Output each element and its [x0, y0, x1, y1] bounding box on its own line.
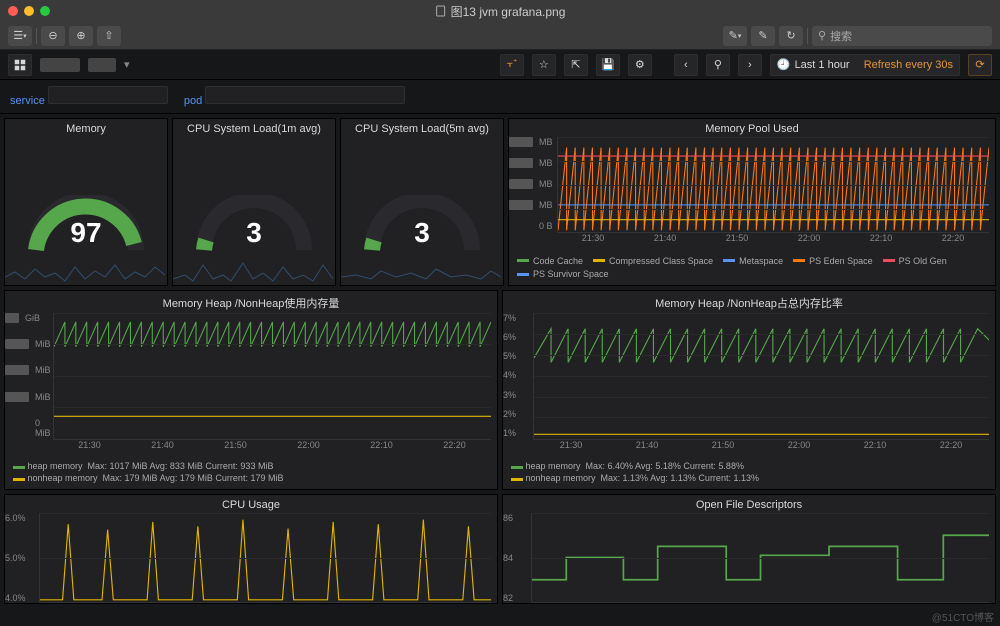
mac-close[interactable] — [8, 6, 18, 16]
back-icon[interactable]: ‹ — [674, 54, 698, 76]
share-icon[interactable]: ⇱ — [564, 54, 588, 76]
panel-memory-pool[interactable]: Memory Pool Used MB MB MB MB 0 B — [508, 118, 996, 286]
panel-cpu-1m-gauge[interactable]: CPU System Load(1m avg) 3 — [172, 118, 336, 286]
zoom-out[interactable]: ⊖ — [41, 26, 65, 46]
dashboard: Memory 97 CPU System Load(1m avg) 3 — [0, 114, 1000, 608]
x-axis: 21:3021:4021:5022:0022:1022:20 — [557, 233, 989, 249]
save-icon[interactable]: 💾 — [596, 54, 620, 76]
var-service-value[interactable] — [48, 86, 168, 104]
legend: heap memory Max: 1017 MiB Avg: 833 MiB C… — [5, 456, 497, 489]
share-icon[interactable]: ⇧ — [97, 26, 121, 46]
var-pod-value[interactable] — [205, 86, 405, 104]
grid-icon[interactable] — [8, 54, 32, 76]
x-axis: 21:3021:4021:5022:0022:1022:20 — [533, 440, 989, 456]
edit-icon[interactable]: ✎▾ — [723, 26, 747, 46]
legend: heap memory Max: 6.40% Avg: 5.18% Curren… — [503, 456, 995, 489]
window-title: 图13 jvm grafana.png — [435, 3, 566, 20]
refresh-icon[interactable]: ⟳ — [968, 54, 992, 76]
settings-icon[interactable]: ⚙ — [628, 54, 652, 76]
y-axis: GiB MiB MiB MiB 0 MiB — [5, 313, 53, 438]
mac-zoom[interactable] — [40, 6, 50, 16]
x-axis: 21:3021:4021:5022:0022:1022:20 — [53, 440, 491, 456]
mac-toolbar: ☰▾ ⊖ ⊕ ⇧ ✎▾ ✎ ↻ ⚲ 搜索 — [0, 22, 1000, 50]
time-picker[interactable]: 🕘 Last 1 hour Refresh every 30s — [770, 54, 960, 76]
breadcrumb-item[interactable] — [88, 58, 116, 72]
add-panel-icon[interactable]: ⫟⁺ — [500, 54, 524, 76]
var-pod-label: pod — [184, 95, 202, 107]
sidebar-toggle[interactable]: ☰▾ — [8, 26, 32, 46]
markup-icon[interactable]: ✎ — [751, 26, 775, 46]
grafana-toolbar: ▾ ⫟⁺ ☆ ⇱ 💾 ⚙ ‹ ⚲ › 🕘 Last 1 hour Refresh… — [0, 50, 1000, 80]
mac-minimize[interactable] — [24, 6, 34, 16]
legend: Code CacheCompressed Class SpaceMetaspac… — [509, 249, 995, 285]
breadcrumb-item[interactable] — [40, 58, 80, 72]
panel-heap-ratio[interactable]: Memory Heap /NonHeap占总内存比率 7%6%5%4%3%2%1… — [502, 290, 996, 490]
panel-cpu-usage[interactable]: CPU Usage 6.0%5.0%4.0% — [4, 494, 498, 604]
y-axis: MB MB MB MB 0 B — [509, 137, 557, 231]
y-axis: 868482 — [503, 513, 531, 603]
mac-search[interactable]: ⚲ 搜索 — [812, 26, 992, 46]
variable-bar: service pod — [0, 80, 1000, 114]
zoom-in[interactable]: ⊕ — [69, 26, 93, 46]
mac-titlebar: 图13 jvm grafana.png — [0, 0, 1000, 22]
var-service-label: service — [10, 95, 45, 107]
panel-cpu-5m-gauge[interactable]: CPU System Load(5m avg) 3 — [340, 118, 504, 286]
panel-open-fds[interactable]: Open File Descriptors 868482 — [502, 494, 996, 604]
panel-memory-gauge[interactable]: Memory 97 — [4, 118, 168, 286]
y-axis: 7%6%5%4%3%2%1% — [503, 313, 533, 438]
y-axis: 6.0%5.0%4.0% — [5, 513, 39, 603]
forward-icon[interactable]: › — [738, 54, 762, 76]
file-icon — [435, 5, 447, 17]
sparkline — [173, 257, 333, 285]
sparkline — [5, 257, 165, 285]
rotate-icon[interactable]: ↻ — [779, 26, 803, 46]
panel-heap-usage[interactable]: Memory Heap /NonHeap使用内存量 GiB MiB MiB Mi… — [4, 290, 498, 490]
star-icon[interactable]: ☆ — [532, 54, 556, 76]
sparkline — [341, 257, 501, 285]
zoom-icon[interactable]: ⚲ — [706, 54, 730, 76]
watermark: @51CTO博客 — [932, 609, 994, 624]
